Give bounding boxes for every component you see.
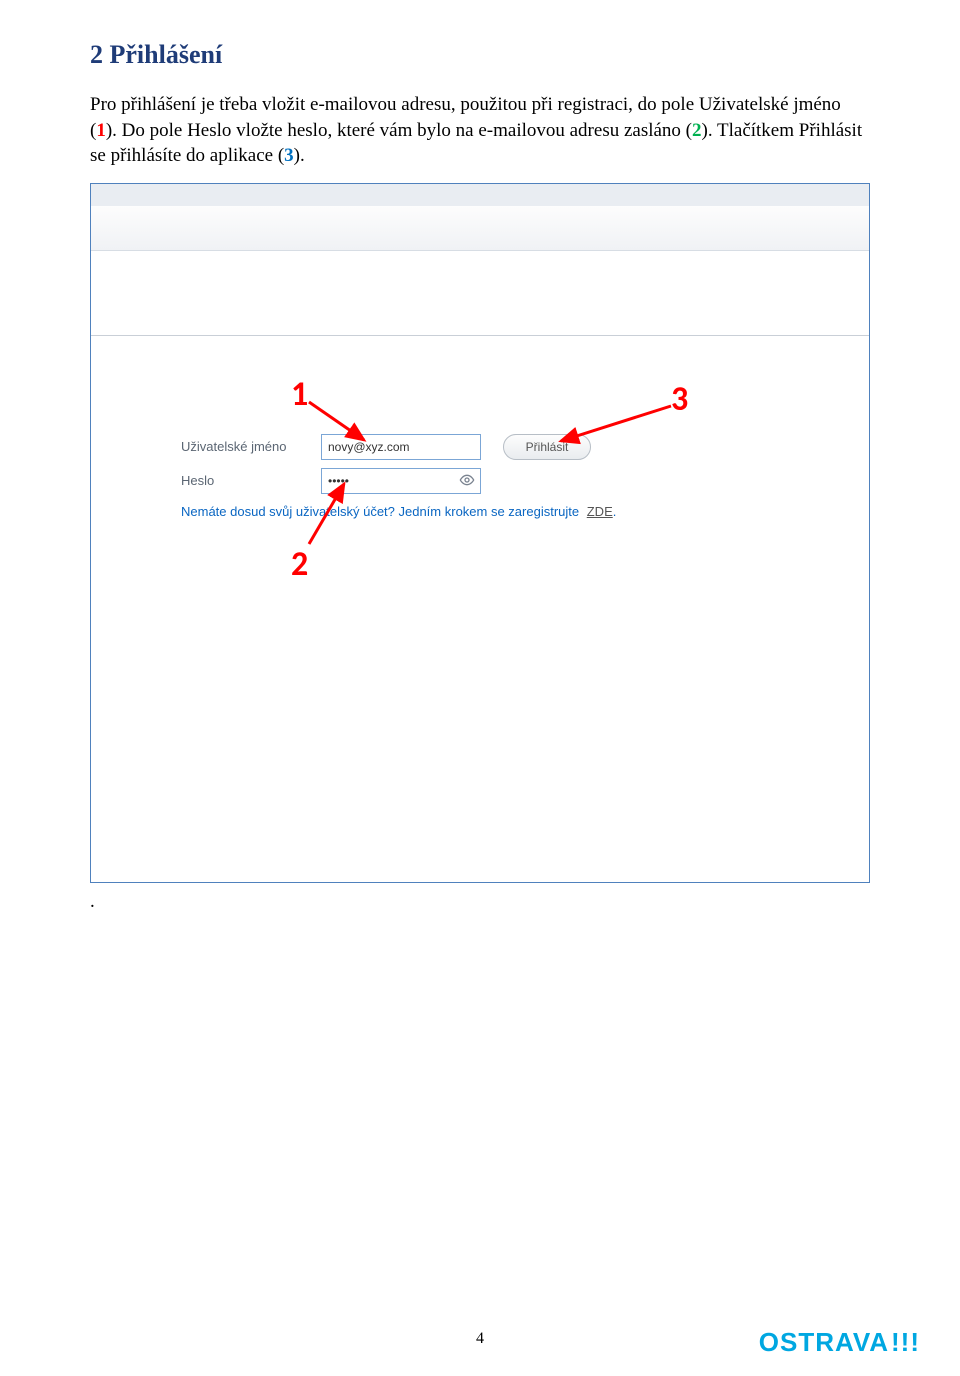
arrow-3 (561, 406, 681, 461)
ref-1: 1 (96, 120, 106, 141)
para-text: ). Do pole Heslo vložte heslo, které vám… (106, 120, 692, 141)
username-row: Uživatelské jméno Přihlásit (181, 434, 616, 460)
register-suffix: . (613, 504, 617, 519)
window-header-band (91, 251, 869, 336)
ref-2: 2 (692, 120, 702, 141)
section-heading: 2 Přihlášení (90, 40, 870, 70)
arrow-2 (309, 484, 389, 559)
register-link[interactable]: ZDE (587, 504, 613, 519)
page: 2 Přihlášení Pro přihlášení je třeba vlo… (0, 0, 960, 1376)
brand-text: OSTRAVA (759, 1327, 889, 1358)
login-form: Uživatelské jméno Přihlásit Heslo (181, 434, 616, 519)
username-label: Uživatelské jméno (181, 439, 321, 454)
window-titlebar-band (91, 184, 869, 206)
arrow-1 (309, 402, 389, 457)
trailing-dot: . (90, 891, 870, 913)
intro-paragraph: Pro přihlášení je třeba vložit e-mailovo… (90, 92, 870, 169)
password-row: Heslo (181, 468, 616, 494)
page-number: 4 (476, 1330, 484, 1348)
annotation-number-1: 1 (291, 374, 308, 415)
para-text: ). (294, 145, 305, 166)
brand-logo: OSTRAVA!!! (759, 1327, 920, 1358)
password-label: Heslo (181, 473, 321, 488)
register-line: Nemáte dosud svůj uživatelský účet? Jedn… (181, 504, 616, 519)
screenshot-box: Uživatelské jméno Přihlásit Heslo (90, 183, 870, 883)
ref-3: 3 (284, 145, 294, 166)
window-toolbar-band (91, 206, 869, 251)
annotation-number-2: 2 (291, 544, 308, 585)
brand-bangs: !!! (891, 1327, 920, 1358)
